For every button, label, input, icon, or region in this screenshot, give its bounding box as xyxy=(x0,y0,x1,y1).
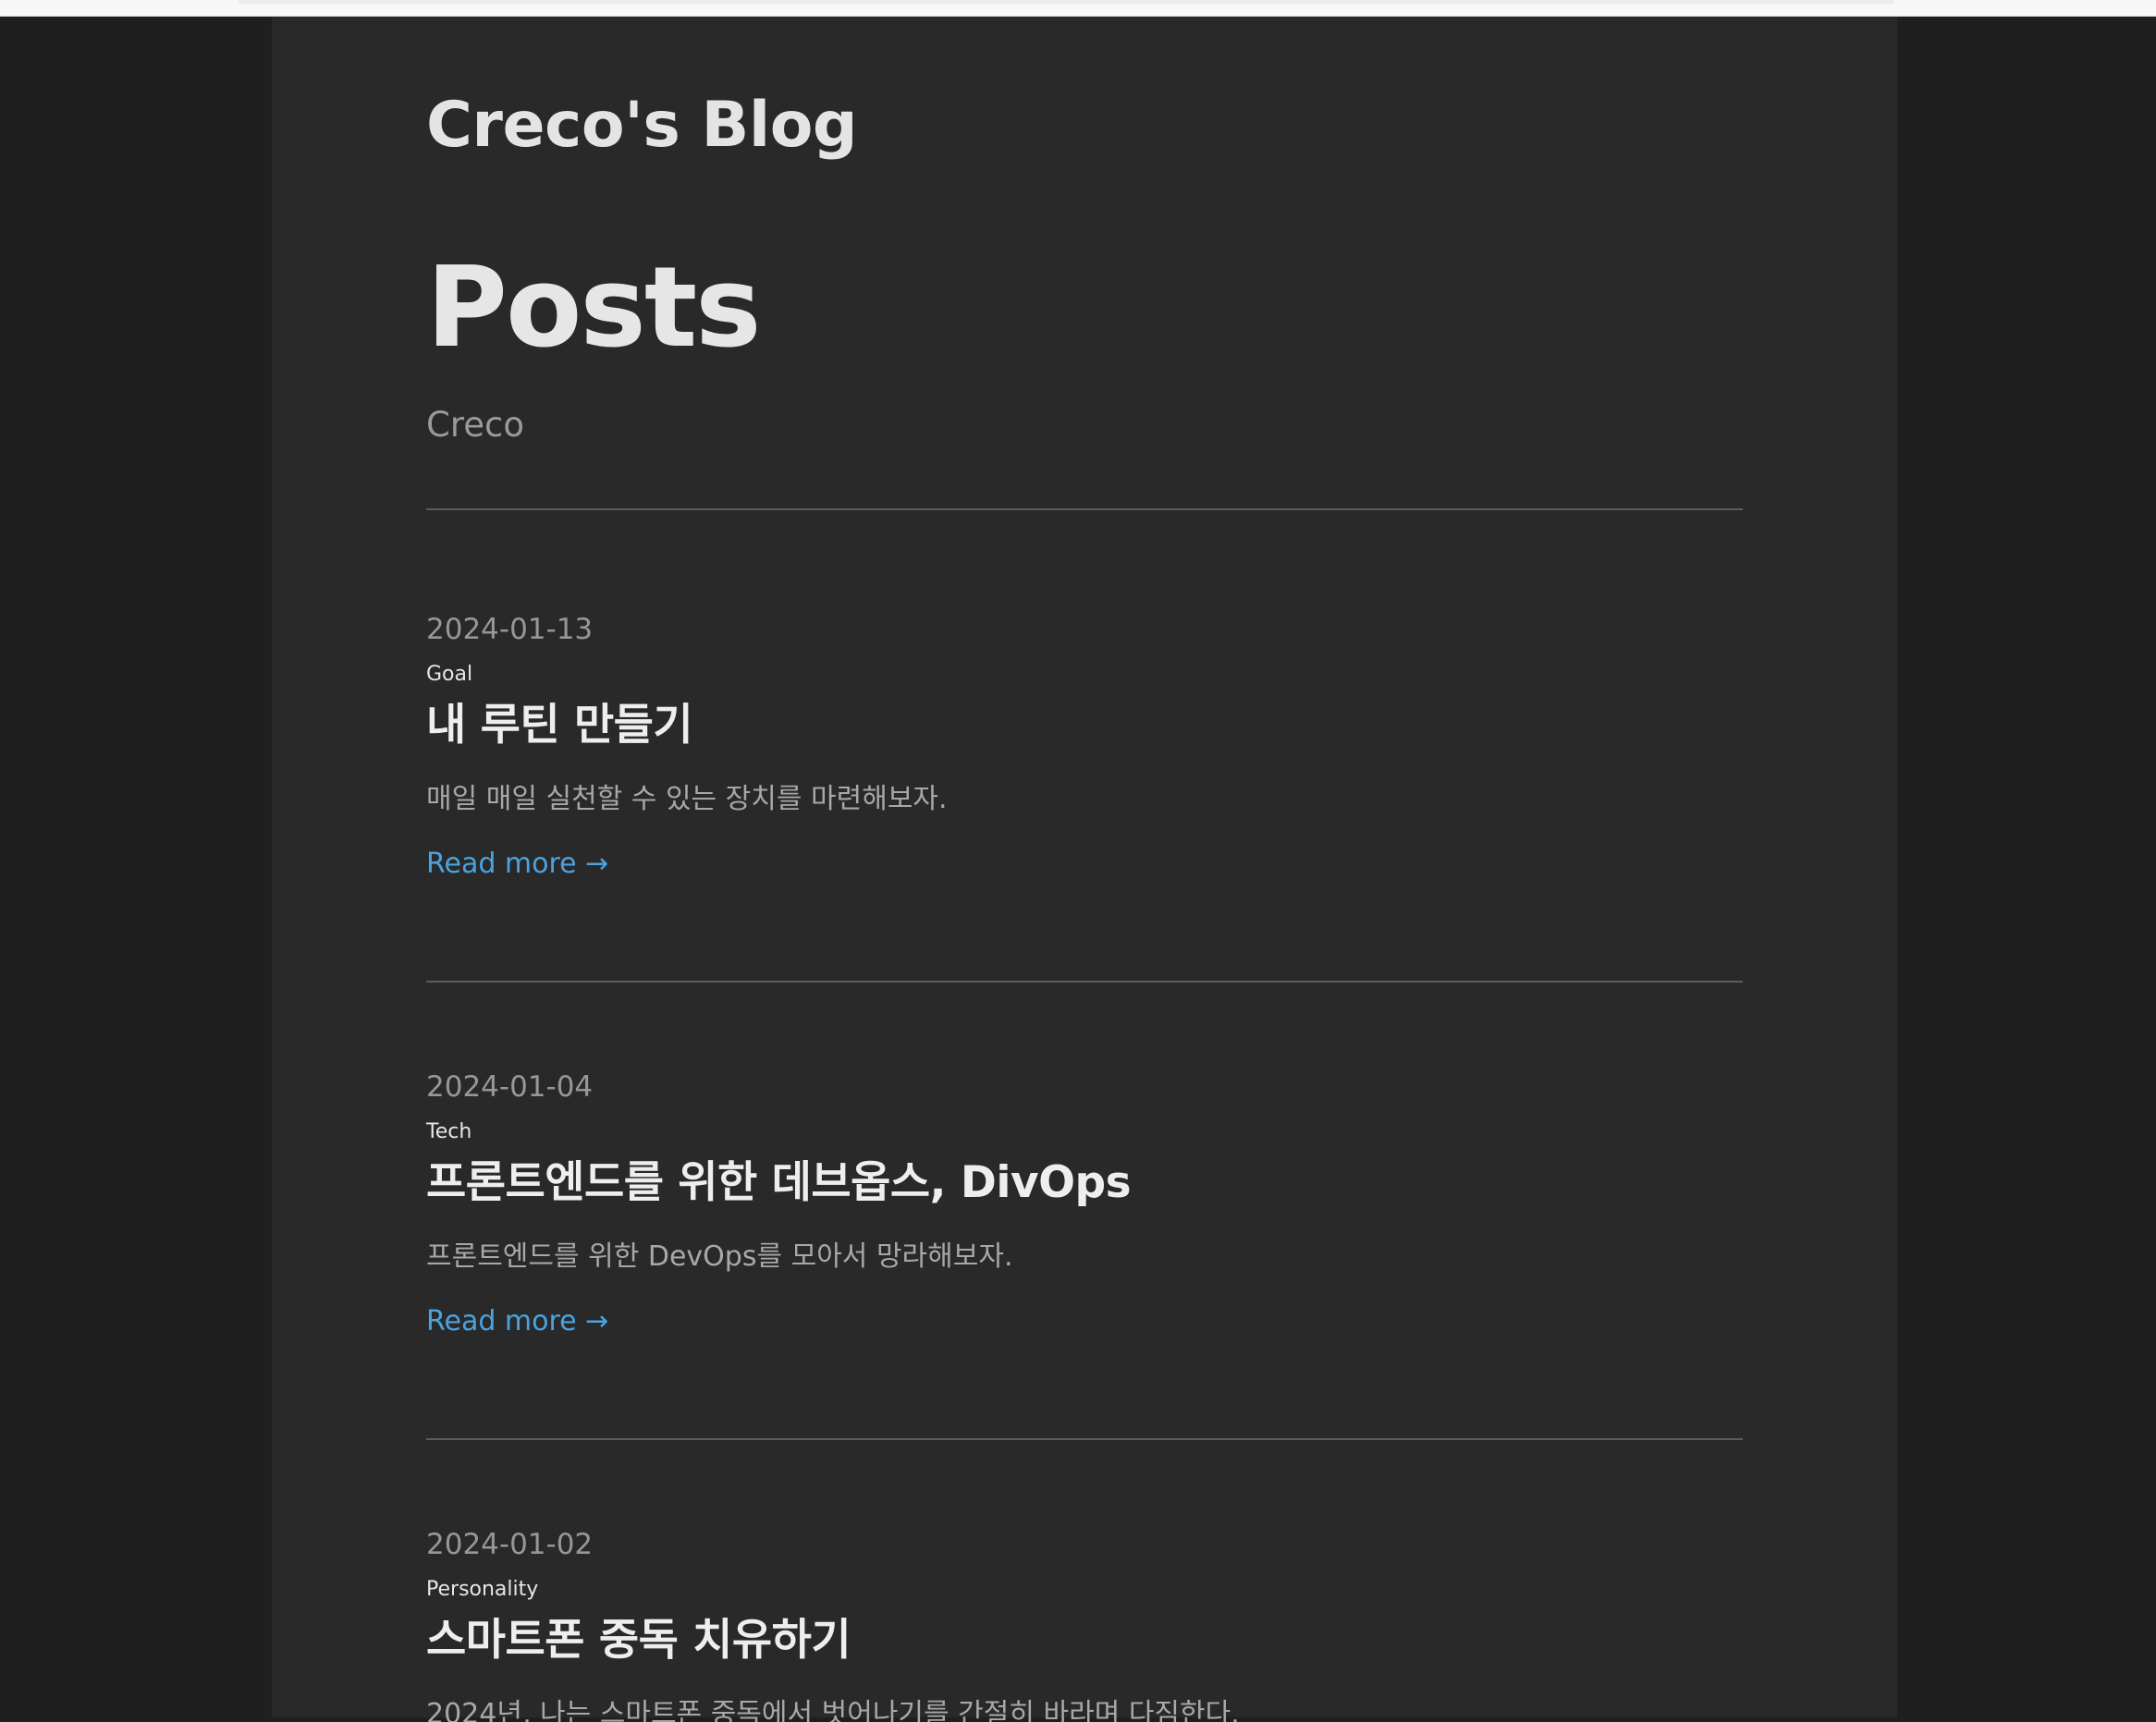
post-item: 2024-01-02 Personality 스마트폰 중독 치유하기 2024… xyxy=(426,1528,1743,1722)
post-description: 매일 매일 실천할 수 있는 장치를 마련해보자. xyxy=(426,783,948,815)
post-date: 2024-01-04 xyxy=(426,1070,594,1104)
post-divider xyxy=(426,1438,1743,1440)
post-date: 2024-01-13 xyxy=(426,613,594,646)
post-item: 2024-01-13 Goal 내 루틴 만들기 매일 매일 실천할 수 있는 … xyxy=(426,613,1743,909)
page-title: Posts xyxy=(426,244,762,372)
read-more-link[interactable]: Read more → xyxy=(426,848,608,880)
post-category: Tech xyxy=(426,1120,472,1143)
page-container: Creco's Blog Posts Creco 2024-01-13 Goal… xyxy=(272,17,1897,1722)
post-title-link[interactable]: 내 루틴 만들기 xyxy=(426,689,693,752)
post-date: 2024-01-02 xyxy=(426,1528,594,1561)
post-item: 2024-01-04 Tech 프론트엔드를 위한 데브옵스, DivOps 프… xyxy=(426,1070,1743,1366)
post-divider xyxy=(426,981,1743,983)
post-category: Personality xyxy=(426,1578,539,1601)
browser-top-bar xyxy=(0,0,2156,17)
header-divider xyxy=(426,508,1743,510)
post-title-link[interactable]: 프론트엔드를 위한 데브옵스, DivOps xyxy=(426,1146,1132,1210)
browser-top-bar-strip xyxy=(239,0,1893,4)
blog-title-link[interactable]: Creco's Blog xyxy=(426,89,858,162)
author-name: Creco xyxy=(426,405,524,445)
read-more-link[interactable]: Read more → xyxy=(426,1305,608,1337)
post-title-link[interactable]: 스마트폰 중독 치유하기 xyxy=(426,1604,851,1667)
post-description: 프론트엔드를 위한 DevOps를 모아서 망라해보자. xyxy=(426,1240,1013,1273)
post-category: Goal xyxy=(426,663,473,686)
